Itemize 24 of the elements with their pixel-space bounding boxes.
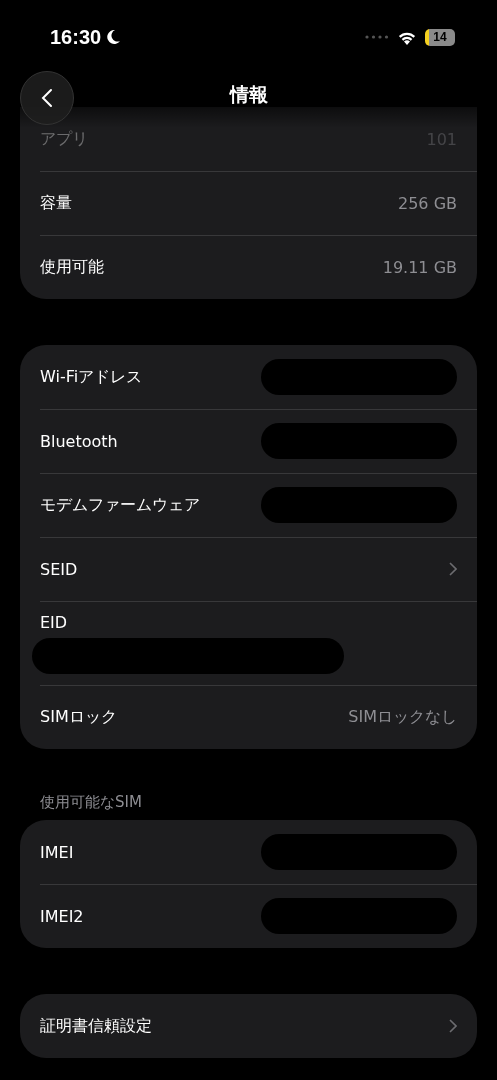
battery-level: 14: [425, 28, 455, 46]
page-title: 情報: [229, 82, 268, 107]
row-label: IMEI: [40, 842, 74, 862]
row-value: 19.11 GB: [382, 257, 457, 277]
row-label: 容量: [40, 192, 72, 214]
row-label: SEID: [40, 559, 78, 579]
moon-icon: [105, 29, 122, 45]
row-label: アプリ: [40, 128, 88, 150]
row-value: SIMロックなし: [348, 706, 457, 728]
status-time: 16:30: [50, 25, 102, 49]
row-label: 使用可能: [40, 256, 104, 278]
row-label: Wi-Fiアドレス: [40, 366, 143, 388]
chevron-icon[interactable]: [449, 1019, 457, 1033]
section-header: 使用可能なSIM: [39, 793, 143, 813]
row-label: Bluetooth: [40, 431, 118, 451]
chevron-icon[interactable]: [449, 562, 457, 576]
row-label: IMEI2: [40, 906, 84, 926]
row-value: 256 GB: [398, 193, 457, 213]
row-label: SIMロック: [40, 706, 117, 728]
row-label: 証明書信頼設定: [40, 1015, 152, 1037]
signal-icon: [365, 35, 389, 39]
row-label: モデムファームウェア: [40, 494, 200, 516]
back-icon: [41, 88, 53, 108]
row-label: EID: [40, 612, 68, 632]
